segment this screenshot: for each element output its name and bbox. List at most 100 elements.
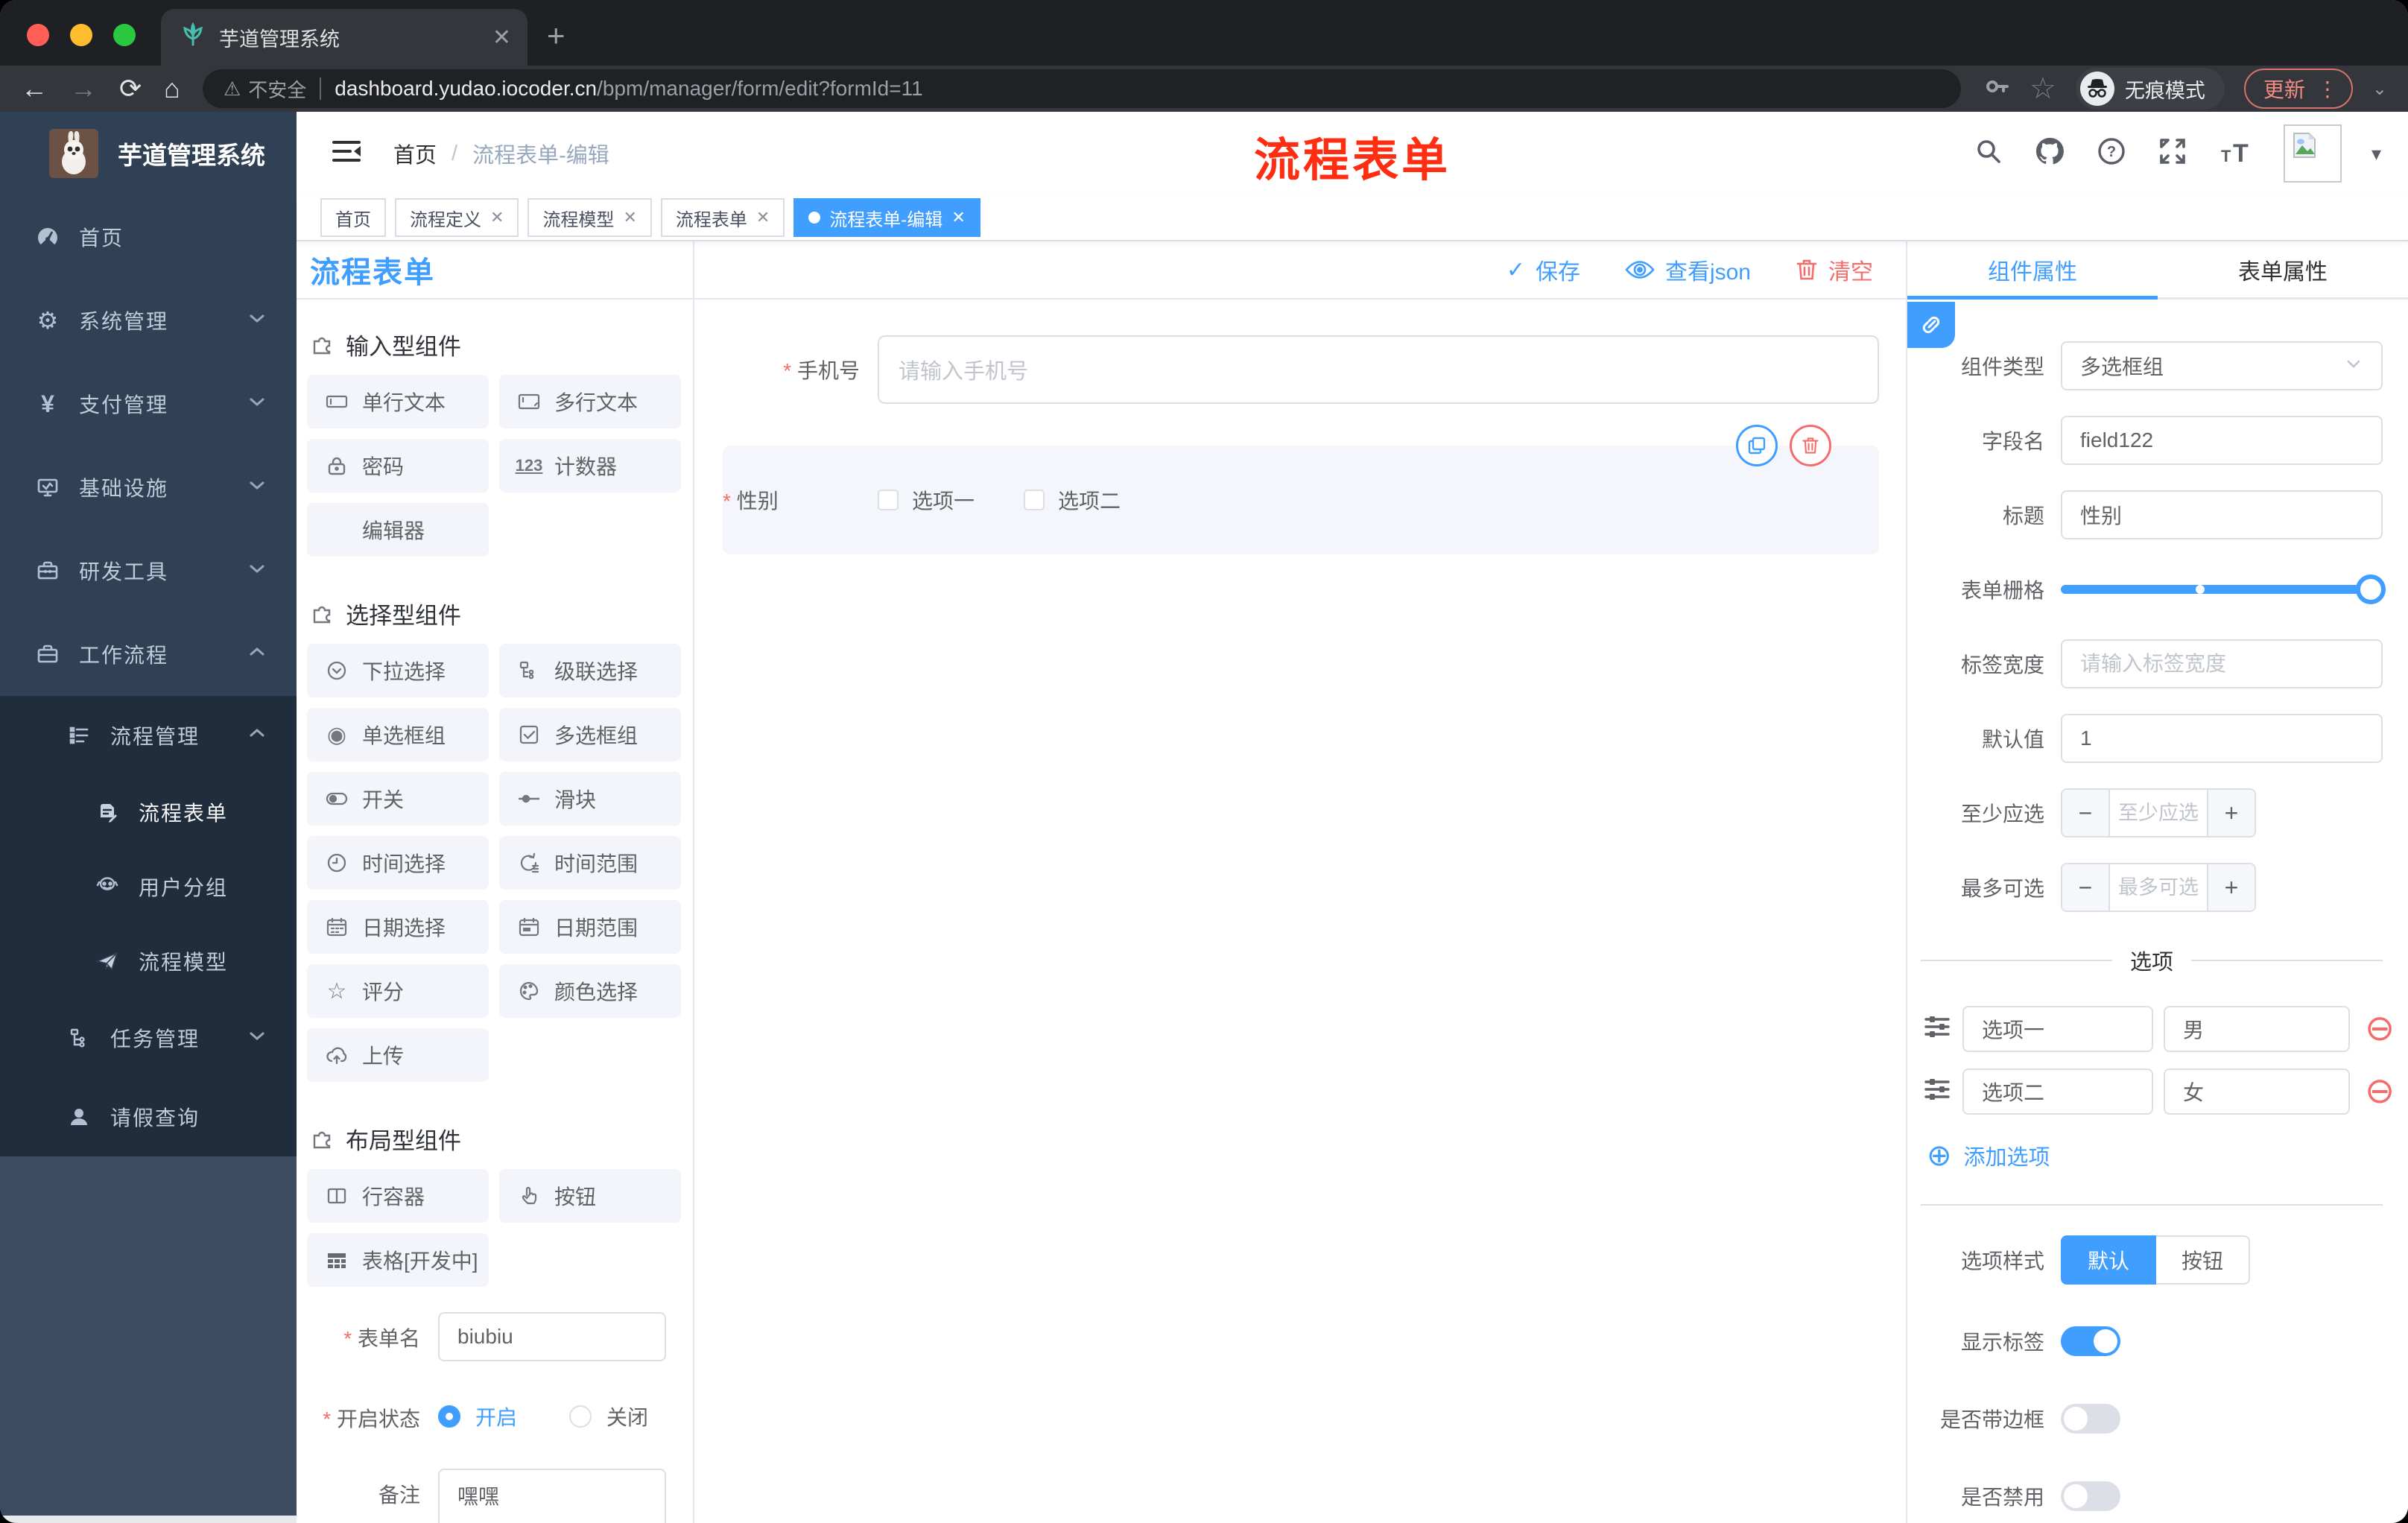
breadcrumb-home[interactable]: 首页 (393, 138, 437, 169)
tab-close-icon[interactable]: ✕ (492, 25, 511, 51)
sidebar-logo[interactable]: 芋道管理系统 (0, 112, 297, 195)
with-border-toggle[interactable] (2061, 1404, 2120, 1434)
stepper-plus-button[interactable]: + (2207, 864, 2255, 911)
sidebar-item-leave-query[interactable]: 请假查询 (0, 1077, 297, 1156)
label-width-input[interactable] (2061, 639, 2383, 688)
back-icon[interactable]: ← (21, 75, 48, 102)
palette-item-radio-group[interactable]: ◉ 单选框组 (307, 708, 489, 762)
palette-item-counter[interactable]: 123 计数器 (499, 439, 681, 493)
tag-process-form-edit[interactable]: 流程表单-编辑 ✕ (793, 198, 980, 237)
palette-item-password[interactable]: 密码 (307, 439, 489, 493)
palette-item-table[interactable]: 表格[开发中] (307, 1233, 489, 1287)
github-icon[interactable] (2033, 135, 2066, 173)
style-button-button[interactable]: 按钮 (2156, 1235, 2251, 1285)
key-icon[interactable] (1983, 73, 2010, 105)
palette-item-select[interactable]: 下拉选择 (307, 644, 489, 697)
sidebar-item-devtools[interactable]: 研发工具 (0, 529, 297, 612)
palette-item-rate[interactable]: ☆ 评分 (307, 964, 489, 1018)
option-label-input[interactable] (1962, 1006, 2153, 1052)
max-select-input[interactable] (2110, 864, 2207, 911)
tag-process-model[interactable]: 流程模型 ✕ (527, 198, 652, 237)
palette-item-checkbox-group[interactable]: 多选框组 (499, 708, 681, 762)
stepper-minus-button[interactable]: − (2062, 864, 2110, 911)
tag-process-definition[interactable]: 流程定义 ✕ (395, 198, 519, 237)
checkbox[interactable] (878, 490, 899, 510)
sidebar-item-system[interactable]: ⚙ 系统管理 (0, 279, 297, 362)
tag-close-icon[interactable]: ✕ (756, 208, 770, 227)
sidebar-item-user-groups[interactable]: 用户分组 (0, 849, 297, 924)
palette-item-row-container[interactable]: 行容器 (307, 1169, 489, 1223)
stepper-plus-button[interactable]: + (2207, 790, 2255, 836)
zoom-window-button[interactable] (113, 24, 136, 46)
bookmark-star-icon[interactable]: ☆ (2030, 74, 2056, 104)
component-type-select[interactable]: 多选框组 (2061, 341, 2383, 390)
add-option-button[interactable]: ⊕ 添加选项 (1927, 1140, 2383, 1171)
selected-component-gender[interactable]: 性别 选项一 选项二 (723, 425, 1879, 554)
palette-item-multi-line-text[interactable]: 多行文本 (499, 375, 681, 428)
new-tab-button[interactable]: + (547, 18, 565, 54)
gender-option-2[interactable]: 选项二 (1024, 485, 1121, 515)
palette-item-single-line-text[interactable]: 单行文本 (307, 375, 489, 428)
close-window-button[interactable] (27, 24, 49, 46)
disabled-toggle[interactable] (2061, 1481, 2120, 1511)
palette-item-slider[interactable]: 滑块 (499, 772, 681, 826)
palette-item-date-range[interactable]: 日期范围 (499, 900, 681, 954)
status-on-label[interactable]: 开启 (475, 1402, 517, 1431)
default-value-input[interactable] (2061, 714, 2383, 763)
field-name-input[interactable] (2061, 416, 2383, 465)
stepper-minus-button[interactable]: − (2062, 790, 2110, 836)
show-label-toggle[interactable] (2061, 1326, 2120, 1356)
palette-item-time-range[interactable]: 时间范围 (499, 836, 681, 890)
clear-button[interactable]: 清空 (1796, 253, 1873, 286)
palette-item-color-picker[interactable]: 颜色选择 (499, 964, 681, 1018)
update-button[interactable]: 更新 ⋮ (2243, 69, 2353, 109)
browser-tab[interactable]: 芋道管理系统 ✕ (161, 9, 527, 66)
phone-input[interactable]: 请输入手机号 (878, 335, 1879, 404)
reload-icon[interactable]: ⟳ (119, 75, 142, 102)
not-secure-warning[interactable]: ⚠ 不安全 (224, 75, 306, 103)
sidebar-item-task-management[interactable]: 任务管理 (0, 998, 297, 1077)
status-off-label[interactable]: 关闭 (606, 1402, 648, 1431)
sidebar-item-process-management[interactable]: 流程管理 (0, 696, 297, 775)
status-off-radio[interactable] (569, 1405, 592, 1428)
home-icon[interactable]: ⌂ (164, 75, 180, 102)
sidebar-item-infrastructure[interactable]: 基础设施 (0, 446, 297, 529)
tag-home[interactable]: 首页 (320, 198, 386, 237)
font-size-icon[interactable]: TT (2218, 136, 2254, 171)
checkbox[interactable] (1024, 490, 1045, 510)
sidebar-fold-icon[interactable] (331, 136, 362, 171)
tab-form-props[interactable]: 表单属性 (2158, 241, 2408, 297)
min-select-input[interactable] (2110, 790, 2207, 836)
bind-link-tab[interactable] (1907, 302, 1955, 348)
form-name-input[interactable] (438, 1312, 666, 1361)
tag-close-icon[interactable]: ✕ (623, 208, 636, 227)
avatar-broken-image[interactable] (2283, 124, 2342, 183)
remove-option-icon[interactable]: ⊖ (2365, 1074, 2395, 1109)
palette-item-editor[interactable]: 编辑器 (307, 503, 489, 557)
option-value-input[interactable] (2164, 1068, 2350, 1115)
palette-item-cascader[interactable]: 级联选择 (499, 644, 681, 697)
palette-item-upload[interactable]: 上传 (307, 1028, 489, 1082)
browser-menu-dots-icon[interactable]: ⋮ (2317, 77, 2338, 101)
form-grid-slider[interactable] (2061, 574, 2386, 604)
remove-option-icon[interactable]: ⊖ (2365, 1011, 2395, 1047)
copy-component-button[interactable] (1736, 425, 1778, 466)
drag-handle-icon[interactable] (1922, 1012, 1952, 1047)
minimize-window-button[interactable] (70, 24, 92, 46)
sidebar-item-home[interactable]: 首页 (0, 195, 297, 279)
view-json-button[interactable]: 查看json (1625, 253, 1751, 286)
tag-process-form[interactable]: 流程表单 ✕ (660, 198, 785, 237)
tag-close-icon[interactable]: ✕ (490, 208, 504, 227)
drag-handle-icon[interactable] (1922, 1074, 1952, 1109)
sidebar-item-process-model[interactable]: 流程模型 (0, 924, 297, 998)
avatar-caret-icon[interactable]: ▾ (2371, 142, 2381, 165)
sidebar-item-workflow[interactable]: 工作流程 (0, 612, 297, 696)
sidebar-item-process-form[interactable]: 流程表单 (0, 775, 297, 849)
address-bar[interactable]: ⚠ 不安全 dashboard.yudao.iocoder.cn/bpm/mana… (202, 69, 1962, 108)
palette-item-time-picker[interactable]: 时间选择 (307, 836, 489, 890)
delete-component-button[interactable] (1790, 425, 1831, 466)
option-value-input[interactable] (2164, 1006, 2350, 1052)
sidebar-item-payment[interactable]: ¥ 支付管理 (0, 362, 297, 446)
phone-field[interactable]: 手机号 请输入手机号 (714, 335, 1879, 404)
palette-item-button[interactable]: 按钮 (499, 1169, 681, 1223)
